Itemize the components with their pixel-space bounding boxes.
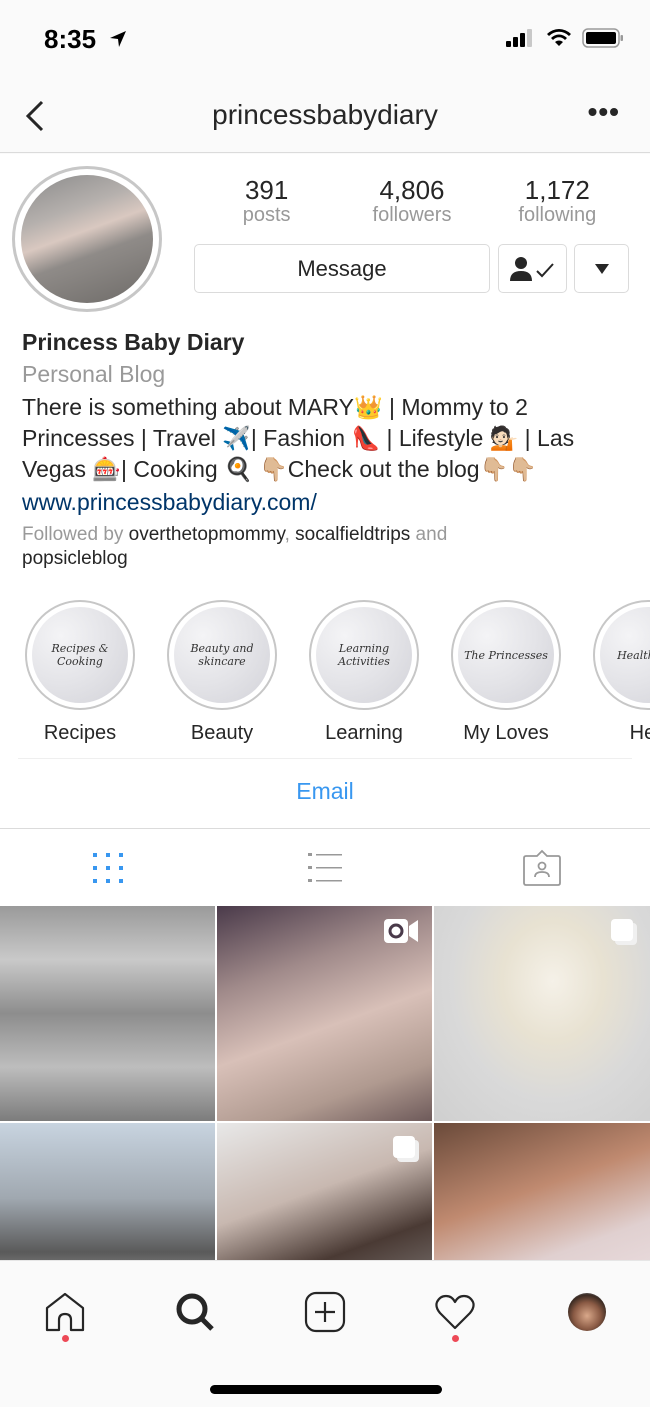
nav-bar: princessbabydiary ••• [0, 80, 650, 153]
video-icon [384, 919, 418, 943]
highlight-cover: Recipes & Cooking [32, 607, 128, 703]
grid-icon [93, 852, 124, 883]
follower-link[interactable]: popsicleblog [22, 548, 128, 569]
website-link[interactable]: www.princessbabydiary.com/ [22, 485, 632, 519]
message-button[interactable]: Message [194, 244, 490, 293]
location-arrow-icon [110, 31, 126, 47]
search-icon [176, 1293, 214, 1331]
suggestions-dropdown-button[interactable] [574, 244, 629, 293]
plus-square-icon [304, 1291, 346, 1333]
heart-icon [435, 1294, 475, 1330]
stat-posts[interactable]: 391 posts [194, 176, 339, 226]
category-label: Personal Blog [22, 361, 166, 387]
email-button[interactable]: Email [0, 778, 650, 805]
profile-username: princessbabydiary [212, 99, 438, 130]
profile-photo [21, 175, 153, 303]
stat-label: following [518, 204, 597, 226]
follower-link[interactable]: socalfieldtrips [295, 524, 410, 545]
home-icon [45, 1292, 85, 1332]
post-thumbnail[interactable] [434, 906, 650, 1121]
follower-link[interactable]: overthetopmommy [129, 524, 285, 545]
followed-sep: , [284, 524, 296, 545]
tab-activity[interactable] [430, 1287, 480, 1337]
full-name: Princess Baby Diary [22, 329, 245, 355]
activity-notification-dot [452, 1335, 459, 1342]
wifi-icon [547, 29, 571, 46]
list-icon [308, 852, 342, 882]
tab-tagged[interactable] [433, 829, 650, 906]
profile-avatar-icon [568, 1293, 606, 1331]
tab-profile[interactable] [562, 1287, 612, 1337]
status-bar: 8:35 [0, 0, 650, 80]
stat-following[interactable]: 1,172 following [485, 176, 630, 226]
stat-value: 1,172 [524, 175, 590, 205]
stat-value: 4,806 [379, 175, 445, 205]
followed-prefix: Followed by [22, 524, 129, 545]
stat-label: posts [242, 204, 291, 226]
profile-content: 391 posts 4,806 followers 1,172 followin… [0, 154, 650, 1260]
stat-value: 391 [244, 175, 289, 205]
status-indicators [506, 28, 624, 48]
battery-icon [582, 28, 623, 48]
tab-home[interactable] [40, 1287, 90, 1337]
highlight-label: Hea [629, 722, 650, 744]
tagged-person-icon [522, 849, 561, 886]
highlight-health[interactable]: Health and Hea [592, 600, 650, 745]
carousel-icon [611, 919, 637, 945]
followed-and: and [410, 524, 448, 545]
highlight-ring: Recipes & Cooking [25, 600, 135, 710]
highlight-cover: Health and [600, 607, 650, 703]
highlight-ring: The Princesses [451, 600, 561, 710]
highlight-label: Learning [325, 722, 403, 744]
post-thumbnail[interactable] [434, 1123, 650, 1260]
highlight-cover: Beauty and skincare [174, 607, 270, 703]
stat-label: followers [372, 204, 452, 226]
posts-grid [0, 906, 650, 1260]
highlight-label: My Loves [463, 722, 549, 744]
post-thumbnail[interactable] [0, 906, 215, 1121]
highlight-beauty[interactable]: Beauty and skincare Beauty [166, 600, 278, 745]
followed-by: Followed by overthetopmommy, socalfieldt… [22, 523, 632, 571]
divider [18, 758, 632, 759]
status-time: 8:35 [44, 24, 97, 54]
tab-list[interactable] [217, 829, 434, 906]
profile-tabs [0, 829, 650, 906]
tab-search[interactable] [170, 1287, 220, 1337]
more-options-button[interactable]: ••• [588, 98, 620, 126]
following-button[interactable] [498, 244, 567, 293]
bio-text: There is something about MARY👑 | Mommy t… [22, 394, 575, 482]
carousel-icon [393, 1136, 419, 1162]
bottom-tab-bar [0, 1260, 650, 1407]
highlight-label: Beauty [190, 722, 254, 744]
highlight-ring: Health and [593, 600, 650, 710]
person-check-icon [509, 256, 554, 281]
story-highlights: Recipes & Cooking Recipes Beauty and ski… [0, 600, 650, 750]
profile-avatar[interactable] [12, 166, 162, 312]
highlight-ring: Learning Activities [309, 600, 419, 710]
post-thumbnail[interactable] [0, 1123, 215, 1260]
highlight-recipes[interactable]: Recipes & Cooking Recipes [24, 600, 136, 745]
post-thumbnail[interactable] [217, 906, 432, 1121]
stat-followers[interactable]: 4,806 followers [339, 176, 484, 226]
profile-stats: 391 posts 4,806 followers 1,172 followin… [194, 176, 630, 226]
highlight-cover: Learning Activities [316, 607, 412, 703]
bio-section: Princess Baby Diary Personal Blog There … [22, 326, 632, 571]
cellular-signal-icon [506, 29, 532, 47]
post-thumbnail[interactable] [217, 1123, 432, 1260]
highlight-learning[interactable]: Learning Activities Learning [308, 600, 420, 745]
highlight-label: Recipes [43, 722, 117, 744]
highlight-cover: The Princesses [458, 607, 554, 703]
home-notification-dot [62, 1335, 69, 1342]
tab-new-post[interactable] [300, 1287, 350, 1337]
highlight-my-loves[interactable]: The Princesses My Loves [450, 600, 562, 745]
home-indicator[interactable] [210, 1385, 442, 1394]
caret-down-icon [594, 263, 609, 274]
tab-grid[interactable] [0, 829, 217, 906]
highlight-ring: Beauty and skincare [167, 600, 277, 710]
